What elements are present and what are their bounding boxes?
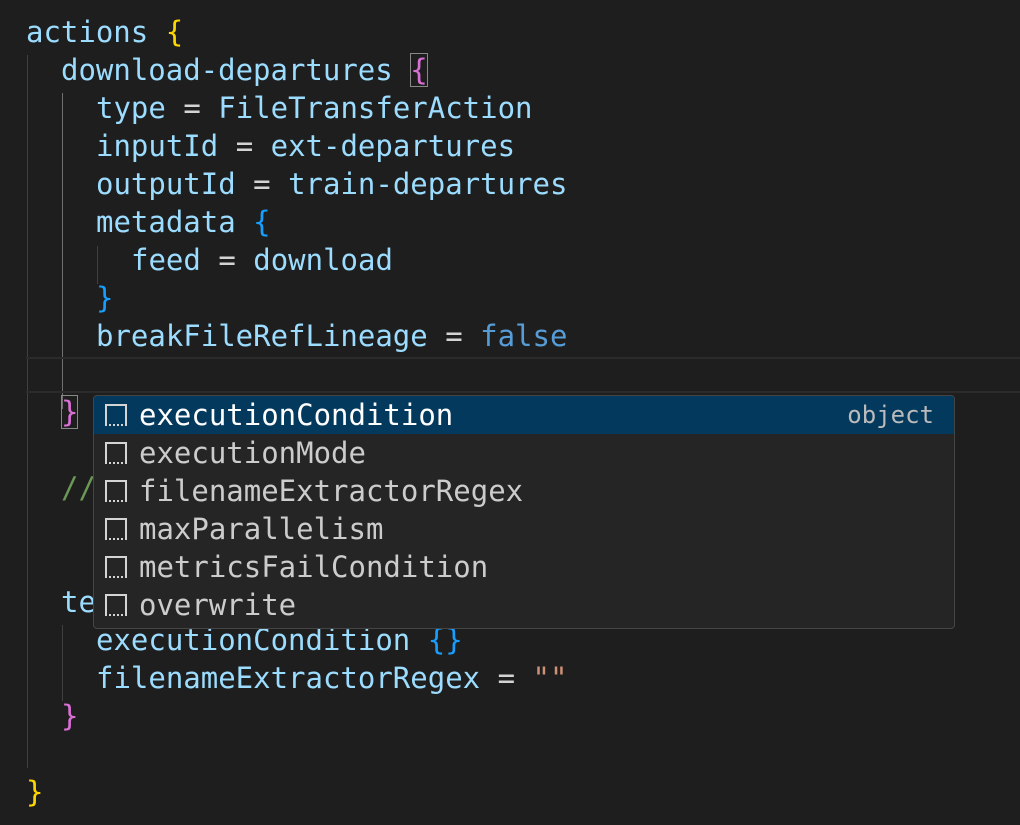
- token-key: te: [61, 585, 96, 619]
- code-line-4: inputId = ext-departures: [96, 127, 515, 165]
- code-line-15: te: [61, 583, 96, 621]
- token-comment: //: [61, 471, 96, 505]
- suggest-item-label: executionCondition: [139, 398, 454, 432]
- code-line-17: filenameExtractorRegex = "": [96, 659, 567, 697]
- suggest-item-detail: object: [847, 401, 934, 429]
- suggest-item-label: metricsFailCondition: [139, 550, 489, 584]
- bracket-close: }: [96, 281, 114, 315]
- code-line-2: download-departures {: [61, 51, 428, 89]
- bracket-close: }: [61, 699, 79, 733]
- token-operator: =: [218, 243, 236, 277]
- code-line-1: actions {: [26, 13, 183, 51]
- property-icon: [105, 556, 127, 578]
- code-line-20: }: [26, 773, 43, 811]
- bracket-open: {: [253, 205, 271, 239]
- token-key: inputId: [96, 129, 219, 163]
- token-key: outputId: [96, 167, 236, 201]
- token-operator: =: [497, 661, 516, 695]
- indent-guide: [27, 55, 28, 768]
- property-icon: [105, 480, 127, 502]
- bracket-open-matched: {: [410, 53, 428, 87]
- token-value: download: [253, 243, 393, 277]
- bracket-open: {: [165, 15, 184, 49]
- suggest-item[interactable]: filenameExtractorRegex: [94, 472, 954, 510]
- suggest-item-label: executionMode: [139, 436, 366, 470]
- token-boolean: false: [480, 319, 568, 353]
- token-value: ext-departures: [270, 129, 516, 163]
- suggest-item[interactable]: maxParallelism: [94, 510, 954, 548]
- code-line-5: outputId = train-departures: [96, 165, 567, 203]
- token-key: actions: [26, 15, 149, 49]
- token-key: download-departures: [61, 53, 393, 87]
- property-icon: [105, 442, 127, 464]
- property-icon: [105, 404, 127, 426]
- suggest-item[interactable]: executionMode: [94, 434, 954, 472]
- token-value: FileTransferAction: [218, 91, 533, 125]
- suggest-item-label: filenameExtractorRegex: [139, 474, 524, 508]
- bracket-close-matched: }: [61, 395, 79, 429]
- indent-guide: [62, 625, 63, 701]
- token-string: "": [532, 661, 568, 695]
- token-key: breakFileRefLineage: [96, 319, 428, 353]
- suggest-item-label: overwrite: [139, 588, 297, 622]
- token-operator: =: [253, 167, 271, 201]
- suggest-item[interactable]: overwrite: [94, 586, 954, 624]
- bracket-close: }: [26, 775, 44, 809]
- suggest-widget[interactable]: executionCondition object executionMode …: [93, 395, 955, 629]
- token-key: feed: [131, 243, 201, 277]
- token-key: metadata: [96, 205, 236, 239]
- token-operator: =: [445, 319, 463, 353]
- token-key: type: [96, 91, 166, 125]
- token-operator: =: [235, 129, 254, 163]
- property-icon: [105, 594, 127, 616]
- code-line-9: breakFileRefLineage = false: [96, 317, 567, 355]
- code-line-18: }: [61, 697, 78, 735]
- suggest-item-label: maxParallelism: [139, 512, 384, 546]
- code-line-11: }: [61, 393, 79, 431]
- suggest-item[interactable]: metricsFailCondition: [94, 548, 954, 586]
- property-icon: [105, 518, 127, 540]
- token-key: filenameExtractorRegex: [96, 661, 481, 695]
- code-line-7: feed = download: [131, 241, 393, 279]
- code-line-13: //: [61, 469, 96, 507]
- current-line-highlight: [26, 357, 1020, 393]
- code-line-3: type = FileTransferAction: [96, 89, 533, 127]
- token-operator: =: [183, 91, 201, 125]
- code-line-8: }: [96, 279, 113, 317]
- suggest-item[interactable]: executionCondition object: [94, 396, 954, 434]
- code-line-6: metadata {: [96, 203, 271, 241]
- token-value: train-departures: [288, 167, 568, 201]
